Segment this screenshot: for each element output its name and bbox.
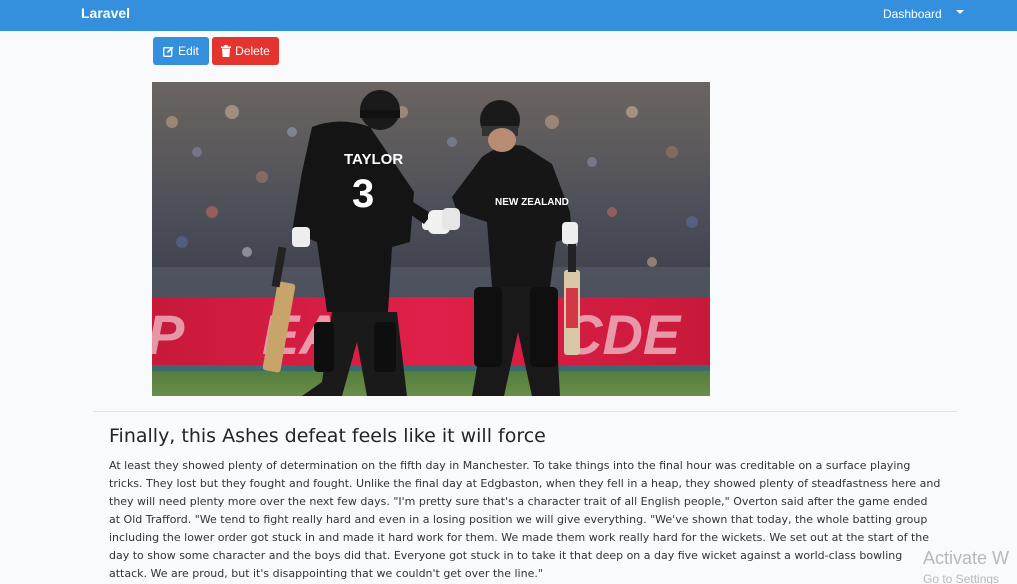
post-image: P EAT CDE TAYLOR 3: [152, 82, 710, 396]
edit-button[interactable]: Edit: [153, 37, 209, 65]
delete-label: Delete: [235, 44, 270, 58]
user-dropdown[interactable]: Dashboard: [883, 7, 964, 21]
trash-icon: [221, 45, 232, 57]
chevron-down-icon: [955, 9, 964, 14]
user-menu-label: Dashboard: [883, 7, 942, 21]
delete-button[interactable]: Delete: [212, 37, 279, 65]
post-body: At least they showed plenty of determina…: [109, 459, 941, 580]
activation-watermark: Activate W Go to Settings: [923, 548, 1010, 584]
edit-label: Edit: [178, 44, 199, 58]
player-number-text: 3: [352, 172, 374, 216]
player-name-text: TAYLOR: [344, 151, 403, 168]
team-name-text: NEW ZEALAND: [495, 197, 569, 208]
brand-link[interactable]: Laravel: [81, 5, 130, 21]
top-navbar: Laravel Dashboard: [0, 0, 1017, 31]
edit-icon: [163, 46, 174, 57]
content-divider: [93, 411, 957, 412]
svg-text:P: P: [152, 303, 185, 366]
post-title: Finally, this Ashes defeat feels like it…: [109, 425, 546, 447]
watermark-line1: Activate W: [923, 548, 1010, 568]
watermark-line2: Go to Settings: [923, 572, 1000, 584]
